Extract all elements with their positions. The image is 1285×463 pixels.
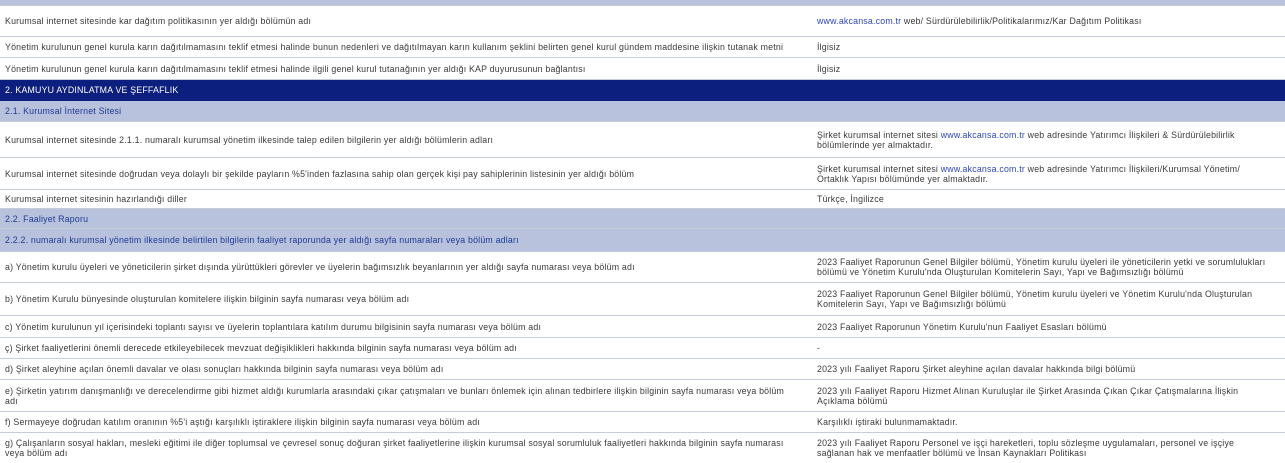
answer-cell: 2023 yılı Faaliyet Raporu Personel ve iş… bbox=[817, 438, 1235, 458]
group-header: 2.2.2. numaralı kurumsal yönetim ilkesin… bbox=[0, 229, 1285, 252]
answer-cell: 2023 yılı Faaliyet Raporu Hizmet Alınan … bbox=[817, 385, 1239, 406]
table-row: a) Yönetim kurulu üyeleri ve yöneticiler… bbox=[0, 252, 1285, 283]
answer-cell: 2023 yılı Faaliyet Raporu Şirket aleyhin… bbox=[817, 364, 1136, 374]
table-row: Kurumsal internet sitesinde kar dağıtım … bbox=[0, 6, 1285, 37]
subsection-header: 2.1. Kurumsal İnternet Sitesi bbox=[0, 101, 1285, 122]
table-row: g) Çalışanların sosyal hakları, mesleki … bbox=[0, 433, 1285, 463]
website-link[interactable]: www.akcansa.com.tr bbox=[941, 164, 1025, 174]
website-link[interactable]: www.akcansa.com.tr bbox=[941, 130, 1025, 140]
item-label: d) Şirket aleyhine açılan önemli davalar… bbox=[5, 364, 444, 374]
answer-cell: Şirket kurumsal internet sitesi www.akca… bbox=[812, 164, 1285, 184]
item-label: f) Sermayeye doğrudan katılım oranının %… bbox=[5, 417, 481, 427]
answer-cell: Karşılıklı iştiraki bulunmamaktadır. bbox=[817, 417, 958, 427]
website-link[interactable]: www.akcansa.com.tr bbox=[817, 16, 901, 26]
table-row: e) Şirketin yatırım danışmanlığı ve dere… bbox=[0, 380, 1285, 412]
item-label: Kurumsal internet sitesinde kar dağıtım … bbox=[5, 16, 312, 26]
item-label: Yönetim kurulunun genel kurula karın dağ… bbox=[5, 42, 784, 52]
item-label: b) Yönetim Kurulu bünyesinde oluşturulan… bbox=[5, 294, 410, 304]
table-row: Kurumsal internet sitesinin hazırlandığı… bbox=[0, 190, 1285, 209]
table-row: Kurumsal internet sitesinde doğrudan vey… bbox=[0, 158, 1285, 190]
answer-cell: Şirket kurumsal internet sitesi www.akca… bbox=[812, 130, 1285, 150]
item-label: Kurumsal internet sitesinin hazırlandığı… bbox=[5, 194, 188, 204]
corporate-governance-table: Kurumsal internet sitesinde kar dağıtım … bbox=[0, 0, 1285, 463]
answer-cell: - bbox=[817, 343, 821, 353]
answer-text: Şirket kurumsal internet sitesi bbox=[817, 163, 941, 174]
answer-cell: 2023 Faaliyet Raporunun Genel Bilgiler b… bbox=[817, 289, 1253, 309]
section-header: 2. KAMUYU AYDINLATMA VE ŞEFFAFLIK bbox=[0, 80, 1285, 101]
subsection-header: 2.2. Faaliyet Raporu bbox=[0, 209, 1285, 229]
item-label: Yönetim kurulunun genel kurula karın dağ… bbox=[5, 63, 586, 74]
item-label: e) Şirketin yatırım danışmanlığı ve dere… bbox=[5, 385, 785, 406]
answer-cell: İlgisiz bbox=[817, 63, 841, 74]
item-label: a) Yönetim kurulu üyeleri ve yöneticiler… bbox=[5, 262, 635, 272]
answer-cell: www.akcansa.com.tr web/ Sürdürülebilirli… bbox=[812, 16, 1285, 26]
item-label: Kurumsal internet sitesinde doğrudan vey… bbox=[5, 168, 635, 179]
section-title: 2. KAMUYU AYDINLATMA VE ŞEFFAFLIK bbox=[5, 85, 179, 95]
table-row: ç) Şirket faaliyetlerini önemli derecede… bbox=[0, 338, 1285, 359]
answer-text: web/ Sürdürülebilirlik/Politikalarımız/K… bbox=[901, 16, 1142, 26]
item-label: c) Yönetim kurulunun yıl içerisindeki to… bbox=[5, 321, 542, 332]
answer-text: Şirket kurumsal internet sitesi bbox=[817, 129, 941, 140]
answer-cell: 2023 Faaliyet Raporunun Genel Bilgiler b… bbox=[817, 257, 1266, 277]
table-row: f) Sermayeye doğrudan katılım oranının %… bbox=[0, 412, 1285, 433]
table-row: b) Yönetim Kurulu bünyesinde oluşturulan… bbox=[0, 283, 1285, 316]
item-label: g) Çalışanların sosyal hakları, mesleki … bbox=[5, 438, 784, 458]
table-row: Yönetim kurulunun genel kurula karın dağ… bbox=[0, 58, 1285, 80]
answer-cell: 2023 Faaliyet Raporunun Yönetim Kurulu'n… bbox=[817, 321, 1107, 332]
answer-cell: İlgisiz bbox=[817, 42, 841, 52]
table-row: d) Şirket aleyhine açılan önemli davalar… bbox=[0, 359, 1285, 380]
item-label: Kurumsal internet sitesinde 2.1.1. numar… bbox=[5, 134, 494, 145]
group-title: 2.2.2. numaralı kurumsal yönetim ilkesin… bbox=[5, 235, 519, 245]
subsection-title: 2.1. Kurumsal İnternet Sitesi bbox=[5, 106, 122, 116]
table-row: c) Yönetim kurulunun yıl içerisindeki to… bbox=[0, 316, 1285, 338]
item-label: ç) Şirket faaliyetlerini önemli derecede… bbox=[5, 343, 517, 353]
table-row: Kurumsal internet sitesinde 2.1.1. numar… bbox=[0, 122, 1285, 158]
table-row: Yönetim kurulunun genel kurula karın dağ… bbox=[0, 37, 1285, 58]
answer-cell: Türkçe, İngilizce bbox=[817, 194, 884, 204]
subsection-title: 2.2. Faaliyet Raporu bbox=[5, 213, 89, 224]
